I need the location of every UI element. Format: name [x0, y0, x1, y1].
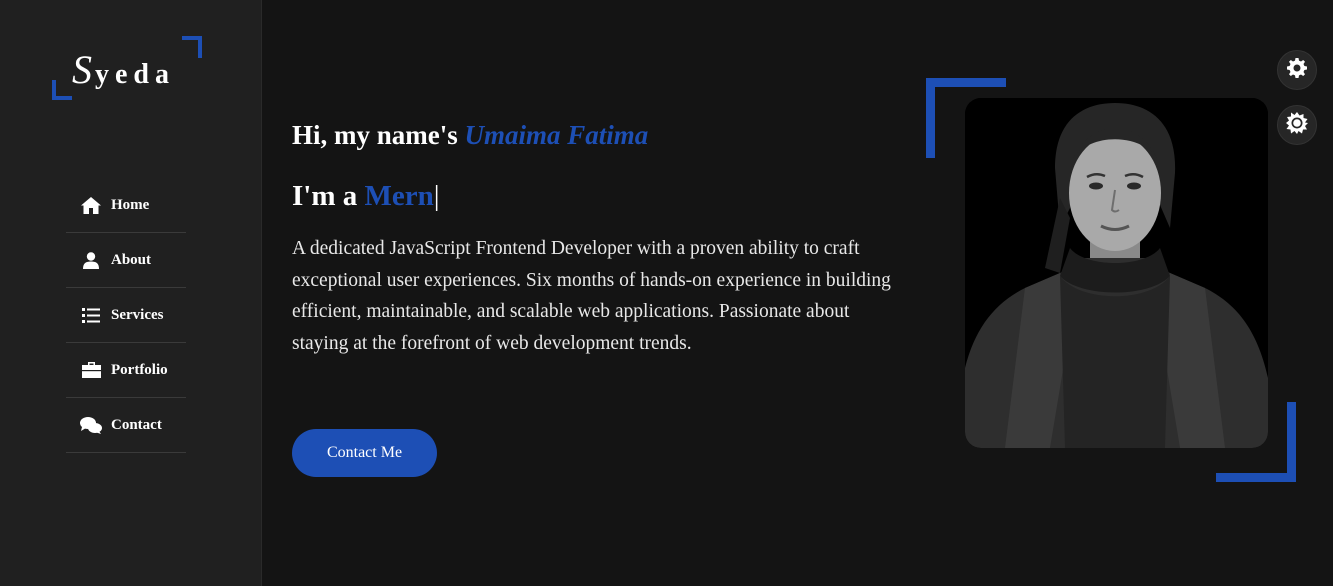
logo-initial: S — [72, 47, 95, 92]
user-icon — [80, 251, 102, 269]
profile-photo-container — [926, 78, 1298, 482]
theme-toggle-button[interactable] — [1277, 105, 1317, 145]
logo-corner-top-right — [182, 36, 202, 58]
briefcase-icon — [80, 361, 102, 379]
sidebar-item-label: Portfolio — [111, 361, 168, 378]
greeting-heading: Hi, my name's Umaima Fatima — [292, 120, 648, 151]
sidebar: Syeda Home About Services Portfolio Cont… — [0, 0, 262, 586]
role-typed-word: Mern — [364, 180, 434, 212]
sidebar-item-services[interactable]: Services — [66, 288, 186, 343]
logo-text: Syeda — [72, 46, 175, 93]
settings-button[interactable] — [1277, 50, 1317, 90]
gear-icon — [1287, 57, 1307, 83]
role-heading: I'm a Mern| — [292, 180, 440, 213]
sidebar-item-label: Contact — [111, 416, 162, 433]
sidebar-item-about[interactable]: About — [66, 233, 186, 288]
sidebar-item-home[interactable]: Home — [66, 178, 186, 233]
greeting-prefix: Hi, my name's — [292, 120, 458, 150]
sun-icon — [1286, 111, 1308, 139]
sidebar-item-label: Home — [111, 196, 150, 213]
sidebar-item-label: About — [111, 251, 152, 268]
bio-paragraph: A dedicated JavaScript Frontend Develope… — [292, 238, 891, 354]
sidebar-nav: Home About Services Portfolio Contact — [66, 178, 186, 453]
logo[interactable]: Syeda — [52, 36, 202, 100]
sidebar-item-contact[interactable]: Contact — [66, 398, 186, 453]
list-icon — [80, 306, 102, 324]
chat-icon — [80, 416, 102, 434]
home-icon — [80, 196, 102, 214]
role-prefix: I'm a — [292, 180, 358, 212]
logo-corner-bottom-left — [52, 80, 72, 100]
profile-portrait-image — [965, 98, 1268, 448]
sidebar-item-portfolio[interactable]: Portfolio — [66, 343, 186, 398]
person-name: Umaima Fatima — [464, 120, 649, 150]
sidebar-item-label: Services — [111, 306, 164, 323]
contact-me-button[interactable]: Contact Me — [292, 429, 437, 477]
typing-cursor: | — [433, 180, 440, 212]
logo-rest: yeda — [95, 59, 175, 90]
profile-photo — [965, 98, 1268, 448]
